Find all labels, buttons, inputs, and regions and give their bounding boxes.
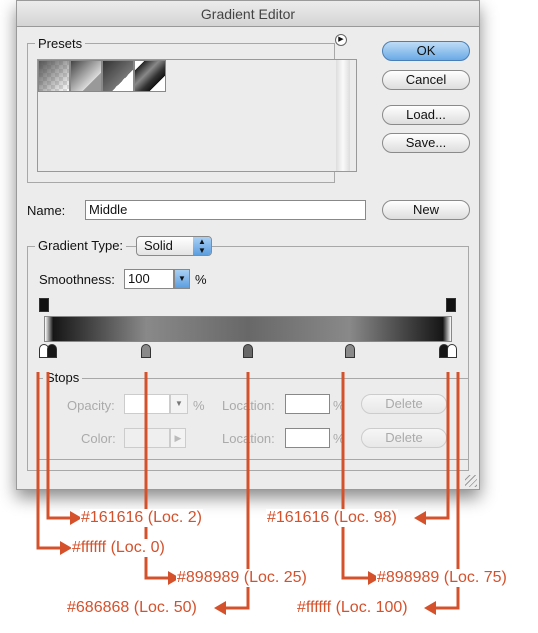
arrowhead (414, 511, 426, 525)
arrow-loc-0 (36, 372, 62, 550)
annotation-loc-75: #898989 (Loc. 75) (376, 569, 508, 587)
arrow-loc-2 (46, 372, 72, 520)
annotation-loc-25: #898989 (Loc. 25) (176, 569, 308, 587)
annotation-loc-0: #ffffff (Loc. 0) (71, 539, 166, 557)
annotation-loc-100: #ffffff (Loc. 100) (296, 599, 409, 617)
annotation-loc-50: #686868 (Loc. 50) (66, 599, 198, 617)
annotation-loc-98: #161616 (Loc. 98) (266, 509, 398, 527)
arrowhead (424, 601, 436, 615)
arrow-loc-75 (341, 372, 370, 580)
arrow-loc-98 (424, 372, 450, 520)
arrowhead (214, 601, 226, 615)
annotation-loc-2: #161616 (Loc. 2) (80, 509, 203, 527)
